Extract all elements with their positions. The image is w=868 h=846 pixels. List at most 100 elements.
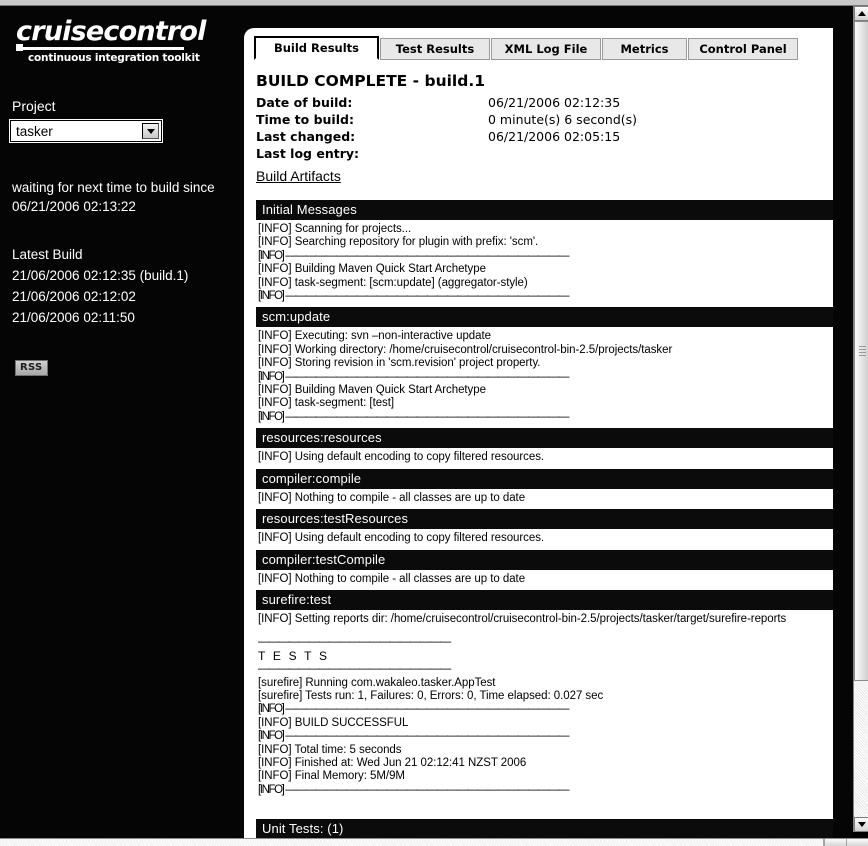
log-section-body: [INFO] Nothing to compile - all classes … [256,488,833,510]
log-section-header: compiler:testCompile [256,549,833,570]
tab-control-panel[interactable]: Control Panel [688,38,798,60]
logo-subtitle: continuous integration toolkit [28,52,200,65]
build-list-item[interactable]: 21/06/2006 02:12:02 [12,286,234,307]
log-line: [INFO] Final Memory: 5M/9M [258,770,405,783]
horizontal-scroll-corner [846,839,868,846]
log-line: [surefire] Tests run: 1, Failures: 0, Er… [258,689,604,702]
log-line: [surefire] Running com.wakaleo.tasker.Ap… [258,676,496,689]
app-logo: cruisecontrol continuous integration too… [16,16,234,65]
log-line: [INFO] task-segment: [test] [258,397,395,410]
log-line: [INFO] Using default encoding to copy fi… [258,451,545,464]
tab-test-results[interactable]: Test Results [380,38,490,60]
horizontal-scroll-corner [824,839,846,846]
summary-key: Last log entry: [256,146,360,161]
log-line: [INFO] Finished at: Wed Jun 21 02:12:41 … [258,756,527,769]
build-log: Initial Messages [INFO] Scanning for proj… [252,200,833,838]
log-section-body: [INFO] Nothing to compile - all classes … [256,569,833,590]
log-line: [INFO] Nothing to compile - all classes … [258,572,526,585]
logo-square-icon [16,44,23,52]
log-line: [INFO] Building Maven Quick Start Archet… [258,384,486,397]
sidebar: cruisecontrol continuous integration too… [0,6,244,838]
log-line: [INFO] ———————————————————————————— [258,249,569,262]
log-line: [INFO] Total time: 5 seconds [258,743,402,756]
log-section-body: [INFO] Setting reports dir: /home/cruise… [256,609,833,802]
page-body: cruisecontrol continuous integration too… [0,6,853,838]
browser-window: cruisecontrol continuous integration too… [0,0,868,846]
log-line: [INFO] Executing: svn –non-interactive u… [258,330,491,343]
summary-key: Time to build: [256,112,354,127]
log-section-header: resources:testResources [256,509,833,530]
summary-key: Date of build: [256,95,353,110]
logo-title: cruisecontrol [16,16,206,47]
logo-rule [16,44,184,52]
summary-value: 06/21/2006 02:05:15 [488,129,621,144]
horizontal-scrollbar[interactable] [0,838,868,846]
project-select[interactable]: tasker [10,120,162,143]
log-line: ——————————————————— [258,663,451,676]
log-line: T E S T S [258,648,330,663]
horizontal-scroll-track[interactable] [0,839,824,846]
log-section-body: [INFO] Using default encoding to copy fi… [256,448,833,469]
latest-build-label: Latest Build [12,247,83,263]
log-line: [INFO] Scanning for projects... [258,223,412,235]
scroll-down-arrow-icon[interactable] [854,817,868,832]
table-row: Date of build: 06/21/2006 02:12:35 [256,94,637,111]
content-panel: Build Results Test Results XML Log File … [244,28,833,838]
log-line: [INFO] task-segment: [scm:update] (aggre… [258,276,528,289]
log-section-body: [INFO] Executing: svn –non-interactive u… [256,327,833,429]
log-line: [INFO] ———————————————————————————— [258,783,569,796]
page-title: BUILD COMPLETE - build.1 [256,72,486,90]
log-line: [INFO] ———————————————————————————— [258,290,569,303]
scroll-grip-icon [859,346,866,356]
project-select-value: tasker [16,123,53,139]
project-label: Project [12,98,56,115]
vertical-scroll-track[interactable] [854,21,868,817]
log-section-body: [INFO] Scanning for projects... [INFO] Se… [256,220,833,308]
log-section-header: scm:update [256,307,833,328]
log-spacer [258,626,833,636]
log-line: [INFO] ———————————————————————————— [258,370,569,383]
table-row: Last log entry: [256,145,637,162]
tab-bar: Build Results Test Results XML Log File … [254,36,829,60]
summary-value: 0 minute(s) 6 second(s) [488,112,638,127]
summary-value [488,145,637,162]
summary-value: 06/21/2006 02:12:35 [488,95,621,110]
log-section-header: Initial Messages [256,200,833,220]
chevron-down-icon[interactable] [142,123,159,140]
build-status-text: waiting for next time to build since 06/… [12,178,234,216]
latest-build-list: Latest Build 21/06/2006 02:12:35 (build.… [12,244,234,328]
log-section-header: compiler:compile [256,468,833,489]
log-section-header: surefire:test [256,589,833,610]
table-row: Last changed: 06/21/2006 02:05:15 [256,128,637,145]
build-summary-table: Date of build: 06/21/2006 02:12:35 Time … [256,94,637,162]
status-line-1: waiting for next time to build since [12,180,215,196]
table-row: Time to build: 0 minute(s) 6 second(s) [256,111,637,128]
log-line: [INFO] Using default encoding to copy fi… [258,532,545,545]
summary-key: Last changed: [256,129,356,144]
log-line: [INFO] ———————————————————————————— [258,730,569,743]
status-line-2: 06/21/2006 02:13:22 [12,199,136,215]
vertical-scrollbar[interactable] [853,6,868,832]
build-artifacts-link[interactable]: Build Artifacts [256,168,341,184]
log-section-body: [INFO] Using default encoding to copy fi… [256,529,833,550]
log-line: [INFO] Nothing to compile - all classes … [258,491,526,504]
log-line: ——————————————————— [258,636,451,649]
build-list-item[interactable]: 21/06/2006 02:12:35 (build.1) [12,265,234,286]
build-list-item[interactable]: 21/06/2006 02:11:50 [12,307,234,328]
tab-metrics[interactable]: Metrics [602,38,687,60]
vertical-scroll-thumb[interactable] [854,21,868,681]
log-line: [INFO] BUILD SUCCESSFUL [258,716,409,729]
log-line: [INFO] Searching repository for plugin w… [258,236,539,249]
log-section-header: Unit Tests: (1) [256,819,833,838]
log-line: [INFO] Building Maven Quick Start Archet… [258,263,486,276]
log-spacer [252,801,829,819]
tab-xml-log-file[interactable]: XML Log File [491,38,601,60]
log-line: [INFO] ———————————————————————————— [258,703,569,716]
log-line: [INFO] ———————————————————————————— [258,410,569,423]
log-line: [INFO] Working directory: /home/cruiseco… [258,343,673,356]
rss-button[interactable]: RSS [15,360,48,377]
log-line: [INFO] Setting reports dir: /home/cruise… [258,612,787,625]
scroll-up-arrow-icon[interactable] [854,6,868,21]
log-section-header: resources:resources [256,428,833,449]
tab-build-results[interactable]: Build Results [254,36,379,60]
